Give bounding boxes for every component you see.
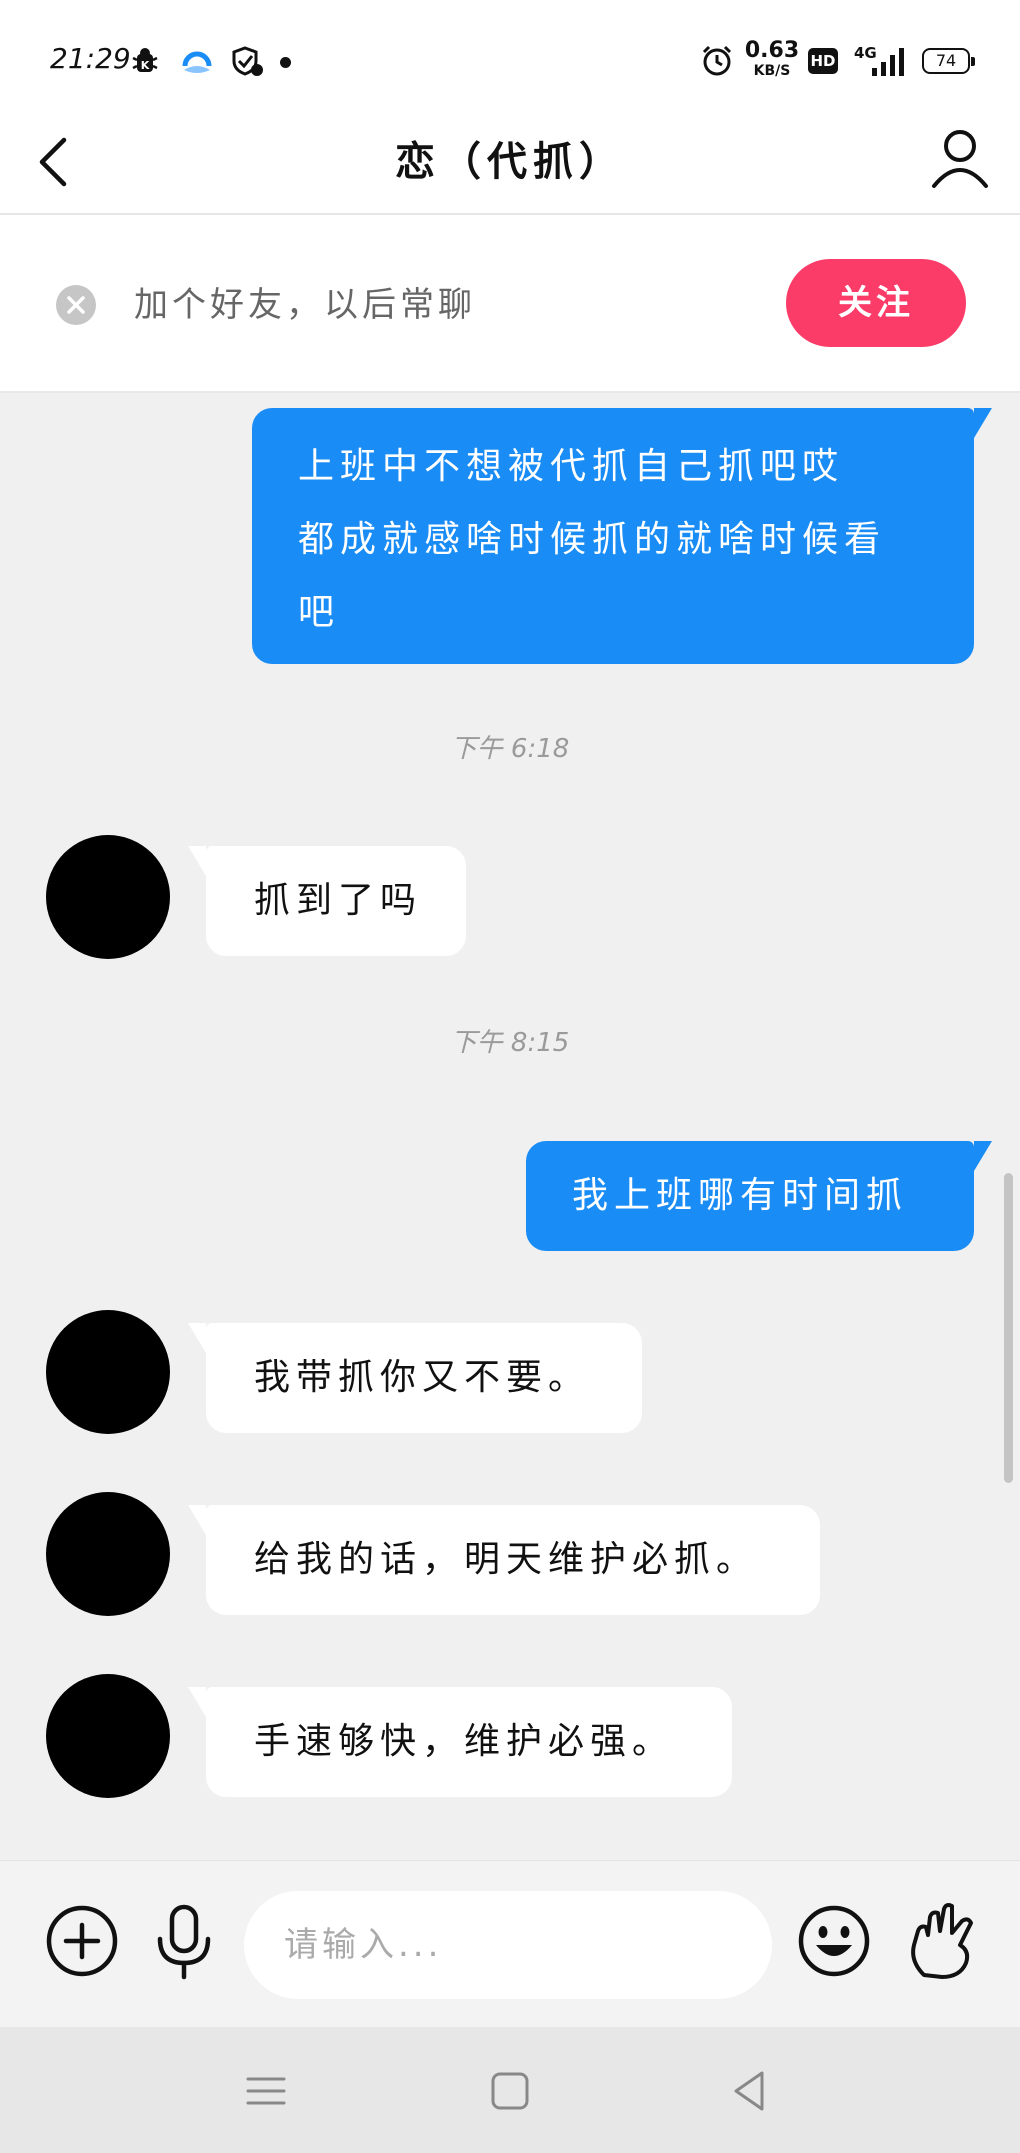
message-line: 上班中不想被代抓自己抓吧哎 [298,446,845,487]
emoji-icon[interactable] [796,1901,872,1981]
follow-banner: 加个好友，以后常聊 关注 [0,215,1020,393]
chat-message-list[interactable]: 上班中不想被代抓自己抓吧哎 都成就感啥时候抓的就啥时候看 吧 下午 6:18 抓… [0,393,1020,1860]
status-bar: 21:29 K 0.63 KB/S HD 4G 74 [0,0,1020,110]
svg-text:K: K [141,59,150,72]
incoming-message[interactable]: 抓到了吗 [188,846,466,956]
chat-header: 恋（代抓） [0,110,1020,215]
incoming-message[interactable]: 给我的话，明天维护必抓。 [188,1505,820,1615]
network-speed-unit: KB/S [753,63,791,79]
input-bar [0,1860,1020,2027]
incoming-message[interactable]: 手速够快，维护必强。 [188,1687,732,1797]
avatar[interactable] [46,1674,170,1798]
outgoing-message[interactable]: 上班中不想被代抓自己抓吧哎 都成就感啥时候抓的就啥时候看 吧 [252,408,992,664]
outgoing-message[interactable]: 我上班哪有时间抓 [526,1141,992,1251]
home-icon[interactable] [482,2063,538,2119]
microphone-icon[interactable] [146,1901,222,1981]
hd-icon: HD [808,48,838,74]
gesture-hand-icon[interactable] [904,1901,980,1981]
avatar[interactable] [46,835,170,959]
follow-prompt-text: 加个好友，以后常聊 [134,285,476,325]
browser-icon [182,51,212,73]
message-line: 吧 [298,592,341,633]
message-line: 都成就感啥时候抓的就啥时候看 [298,519,887,560]
status-time: 21:29 [50,42,131,75]
notification-dot [280,57,291,68]
follow-button[interactable]: 关注 [786,259,966,347]
alarm-icon [702,45,732,76]
signal-icon [872,48,904,76]
shield-icon [232,46,263,76]
back-button[interactable] [30,130,90,194]
network-speed: 0.63 KB/S [744,38,800,79]
back-triangle-icon[interactable] [722,2063,778,2119]
user-icon[interactable] [928,124,992,194]
avatar[interactable] [46,1310,170,1434]
battery-icon: 74 [922,48,975,74]
message-timestamp: 下午 6:18 [450,734,570,764]
bug-icon: K [132,48,158,72]
message-input[interactable] [244,1891,772,1999]
network-speed-value: 0.63 [744,38,800,63]
close-circle-icon[interactable] [56,285,96,325]
message-timestamp: 下午 8:15 [450,1028,570,1058]
avatar[interactable] [46,1492,170,1616]
scrollbar[interactable] [1004,1173,1013,1483]
menu-icon[interactable] [238,2063,294,2119]
add-icon[interactable] [44,1901,120,1981]
page-title: 恋（代抓） [395,139,625,185]
incoming-message[interactable]: 我带抓你又不要。 [188,1323,642,1433]
system-navigation-bar [0,2027,1020,2153]
